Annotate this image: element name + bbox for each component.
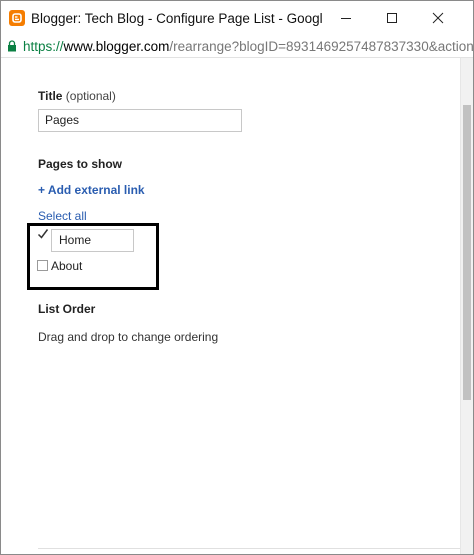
title-label-text: Title <box>38 89 63 103</box>
scrollbar-thumb[interactable] <box>463 105 471 400</box>
maximize-button[interactable] <box>369 1 415 35</box>
title-bar: Blogger: Tech Blog - Configure Page List… <box>1 1 473 35</box>
list-order-hint: Drag and drop to change ordering <box>38 330 219 344</box>
pages-to-show-heading: Pages to show <box>38 157 123 171</box>
address-bar[interactable]: https://www.blogger.com/rearrange?blogID… <box>1 35 473 58</box>
select-all-link[interactable]: Select all <box>38 209 87 223</box>
close-button[interactable] <box>415 1 461 35</box>
url-path: /rearrange?blogID=8931469257487837330&ac… <box>169 38 473 54</box>
minimize-button[interactable] <box>323 1 369 35</box>
add-external-link[interactable]: + Add external link <box>38 183 145 197</box>
url-scheme: https:// <box>23 38 64 54</box>
minimize-icon <box>341 18 351 19</box>
browser-window: Blogger: Tech Blog - Configure Page List… <box>0 0 474 555</box>
configure-page-list-form: Title (optional) Pages Pages to show + A… <box>1 58 461 554</box>
window-title: Blogger: Tech Blog - Configure Page List… <box>31 10 323 26</box>
divider <box>38 548 461 549</box>
url-text[interactable]: https://www.blogger.com/rearrange?blogID… <box>23 39 473 54</box>
annotation-highlight-box <box>27 223 159 290</box>
title-field-label: Title (optional) <box>38 89 116 103</box>
optional-hint: (optional) <box>65 89 116 103</box>
title-input[interactable]: Pages <box>38 109 242 132</box>
blogger-icon <box>9 10 25 26</box>
lock-icon <box>8 40 16 52</box>
maximize-icon <box>387 13 397 23</box>
list-order-heading: List Order <box>38 302 96 316</box>
close-icon <box>432 12 444 24</box>
url-host: www.blogger.com <box>63 38 170 54</box>
